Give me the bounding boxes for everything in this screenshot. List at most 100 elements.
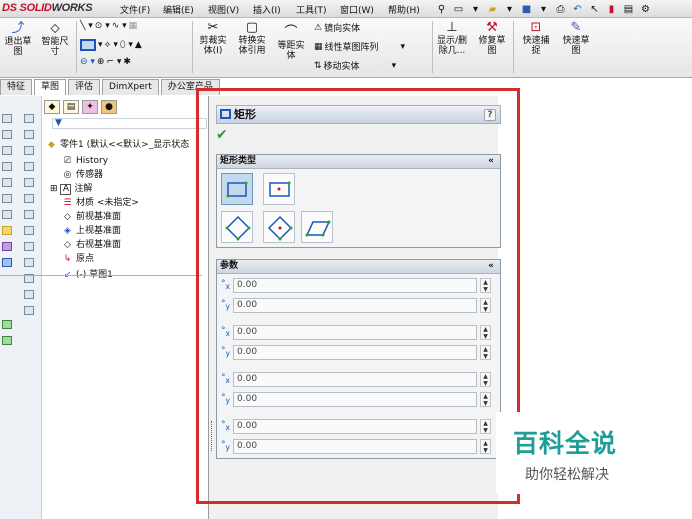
collapse-icon[interactable]: « (488, 155, 494, 168)
tree-root[interactable]: ◆ 零件1 (默认<<默认>_显示状态 (46, 140, 189, 151)
spline-icon[interactable]: ∿ ▾ (112, 21, 127, 31)
parallelogram-button[interactable] (301, 211, 333, 243)
view-icon[interactable] (2, 210, 12, 219)
spin-arrows-icon[interactable]: ▲ ▼ (480, 419, 491, 434)
smart-dimension-button[interactable]: ⬦ 智能尺 寸 (38, 22, 72, 58)
param-input[interactable]: 0.00 (233, 372, 477, 387)
triangle-icon[interactable]: ▲ (135, 40, 142, 50)
ok-button[interactable]: ✔ (216, 127, 228, 143)
view-icon[interactable] (2, 130, 12, 139)
param-input[interactable]: 0.00 (233, 392, 477, 407)
view-icon[interactable] (2, 146, 12, 155)
view-icon[interactable] (24, 130, 34, 139)
rebuild-icon[interactable]: ▮ (605, 3, 618, 16)
ellipse-icon[interactable]: ⬯ ▾ (120, 40, 133, 50)
line-icon[interactable]: ╲ ▾ (80, 21, 93, 31)
tab-evaluate[interactable]: 评估 (68, 79, 101, 95)
resize-grip[interactable] (211, 421, 214, 451)
tab-features[interactable]: 特征 (0, 79, 33, 95)
point-icon[interactable]: ⊕ (97, 57, 105, 67)
tree-item-material[interactable]: ☰ 材质 <未指定> (62, 198, 139, 209)
feature-tree-icon[interactable]: ◆ (44, 100, 60, 114)
corner-rectangle-button[interactable] (221, 173, 253, 205)
param-input[interactable]: 0.00 (233, 325, 477, 340)
print-icon-2[interactable]: ⎙ (554, 3, 567, 16)
collapse-icon[interactable]: « (488, 260, 494, 273)
spin-arrows-icon[interactable]: ▲ ▼ (480, 372, 491, 387)
menu-window[interactable]: 窗口(W) (340, 3, 374, 16)
display-delete-relations-button[interactable]: ⊥ 显示/删 除几... (434, 21, 470, 57)
tree-item-right-plane[interactable]: ◇ 右视基准面 (62, 240, 121, 251)
tree-item-sensors[interactable]: ◎ 传感器 (62, 170, 103, 181)
move-entities-button[interactable]: ⇅ 移动实体 ▾ (314, 59, 396, 73)
view-icon[interactable] (24, 178, 34, 187)
tool-icon[interactable] (2, 242, 12, 251)
display-icon[interactable]: ● (101, 100, 117, 114)
tab-office-products[interactable]: 办公室产品 (160, 79, 220, 95)
view-icon[interactable] (2, 114, 12, 123)
select-icon[interactable]: ↖ (588, 3, 601, 16)
param-input[interactable]: 0.00 (233, 439, 477, 454)
rect-type-header[interactable]: 矩形类型 « (217, 155, 500, 169)
spin-arrows-icon[interactable]: ▲ ▼ (480, 345, 491, 360)
tree-item-top-plane[interactable]: ◈ 上视基准面 (62, 226, 121, 237)
mirror-entities-button[interactable]: ⚠ 镜向实体 (314, 21, 360, 35)
pin-icon[interactable]: ⚲ (435, 3, 448, 16)
tab-dimxpert[interactable]: DimXpert (102, 79, 159, 95)
rectangle-icon[interactable] (80, 39, 96, 51)
tree-item-annotations[interactable]: ⊞ A 注解 (50, 184, 92, 195)
exit-sketch-button[interactable]: ⤴ 退出草 图 (1, 22, 35, 58)
tool-icon[interactable] (2, 320, 12, 329)
view-icon[interactable] (24, 242, 34, 251)
spin-arrows-icon[interactable]: ▲ ▼ (480, 298, 491, 313)
new-document-icon[interactable]: ▭ (452, 3, 465, 16)
menu-tools[interactable]: 工具(T) (296, 3, 327, 16)
3pt-corner-rectangle-button[interactable] (221, 211, 253, 243)
polygon-icon[interactable]: ⟡ ▾ (105, 40, 118, 50)
view-icon[interactable] (24, 258, 34, 267)
quick-snaps-button[interactable]: ⊡ 快速捕 捉 (518, 21, 554, 57)
parameters-header[interactable]: 参数 « (217, 260, 500, 274)
repair-sketch-button[interactable]: ⚒ 修复草 图 (474, 21, 510, 57)
rapid-sketch-button[interactable]: ✎ 快速草 图 (556, 21, 596, 57)
menu-edit[interactable]: 编辑(E) (163, 3, 194, 16)
file-properties-icon[interactable]: ▤ (622, 3, 635, 16)
tool-icon[interactable] (2, 258, 12, 267)
menu-file[interactable]: 文件(F) (120, 3, 150, 16)
view-icon[interactable] (24, 290, 34, 299)
view-icon[interactable] (24, 146, 34, 155)
linear-pattern-button[interactable]: ▦ 线性草图阵列 ▾ (314, 40, 405, 54)
spin-arrows-icon[interactable]: ▲ ▼ (480, 439, 491, 454)
options-icon[interactable]: ⚙ (639, 3, 652, 16)
config-icon[interactable]: ✦ (82, 100, 98, 114)
fillet-icon[interactable]: ⌐ ▾ (106, 57, 121, 67)
asterisk-icon[interactable]: ✱ (123, 57, 131, 67)
spin-arrows-icon[interactable]: ▲ ▼ (480, 325, 491, 340)
center-rectangle-button[interactable] (263, 173, 295, 205)
expand-icon[interactable]: ⊞ (50, 184, 60, 194)
param-input[interactable]: 0.00 (233, 278, 477, 293)
trim-entities-button[interactable]: ✂ 剪裁实 体(I) (196, 21, 230, 57)
circle-icon[interactable]: ⊙ ▾ (95, 21, 110, 31)
view-icon[interactable] (24, 210, 34, 219)
print-icon[interactable]: ▾ (537, 3, 550, 16)
offset-entities-button[interactable]: ⌒ 等距实 体 (274, 26, 308, 62)
view-icon[interactable] (24, 162, 34, 171)
view-icon[interactable] (24, 226, 34, 235)
help-button[interactable]: ? (484, 109, 496, 121)
spin-arrows-icon[interactable]: ▲ ▼ (480, 392, 491, 407)
grid-icon[interactable]: ▦ (129, 21, 138, 31)
convert-entities-button[interactable]: ▢ 转换实 体引用 (234, 21, 270, 57)
sketch-tool-icon[interactable] (2, 226, 12, 235)
param-input[interactable]: 0.00 (233, 298, 477, 313)
save-icon[interactable]: ■ (520, 3, 533, 16)
open-folder-icon[interactable]: ▰ (486, 3, 499, 16)
open-icon[interactable]: ▾ (469, 3, 482, 16)
view-icon[interactable] (24, 306, 34, 315)
tab-sketch[interactable]: 草图 (34, 79, 67, 95)
undo-icon[interactable]: ↶ (571, 3, 584, 16)
view-icon[interactable] (2, 194, 12, 203)
param-input[interactable]: 0.00 (233, 345, 477, 360)
dropdown-icon[interactable]: ▾ (503, 3, 516, 16)
spin-arrows-icon[interactable]: ▲ ▼ (480, 278, 491, 293)
